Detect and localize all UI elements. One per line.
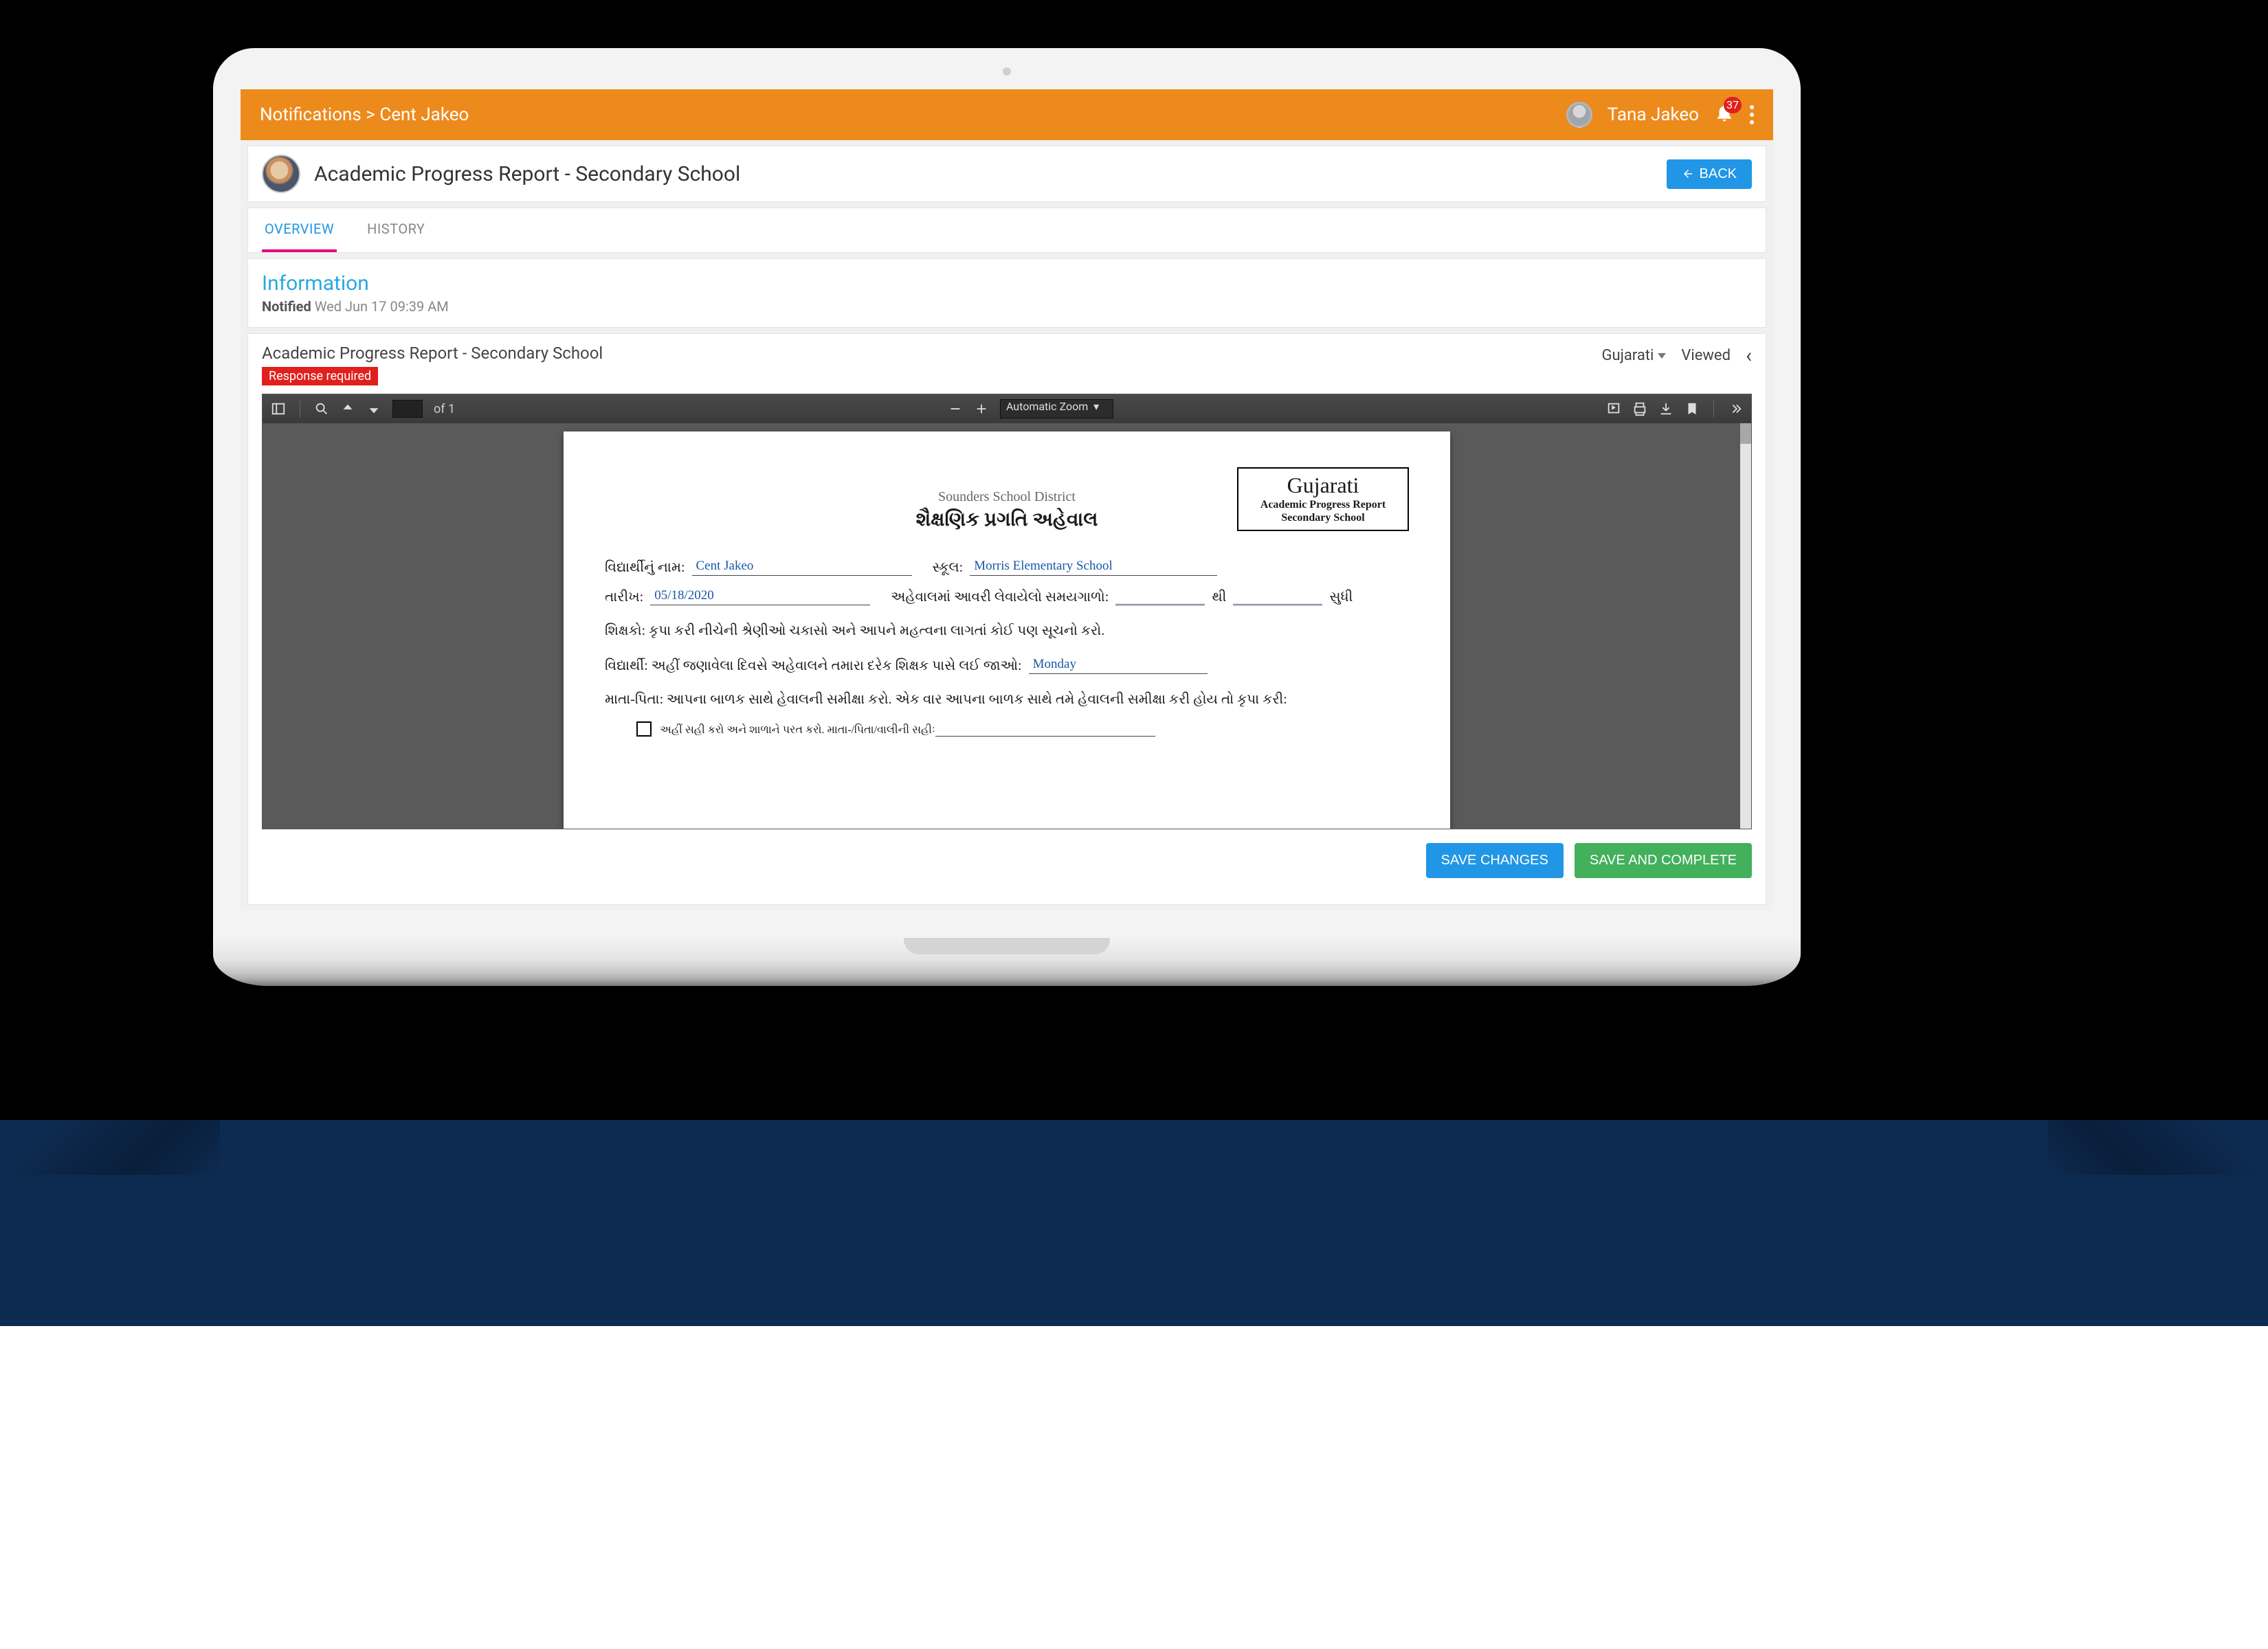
tools-icon[interactable]	[1728, 401, 1743, 416]
tab-overview[interactable]: OVERVIEW	[262, 208, 337, 252]
search-icon[interactable]	[314, 401, 329, 416]
zoom-select[interactable]: Automatic Zoom ▾	[1000, 399, 1113, 418]
page-number-input[interactable]	[392, 400, 423, 418]
checkbox-line: અહીં સહી કરો અને શાળાને પરત કરો. માતા-/પ…	[660, 724, 935, 737]
chevron-down-icon	[1658, 353, 1666, 359]
more-menu-button[interactable]	[1750, 105, 1754, 124]
language-stamp: Gujarati Academic Progress Report Second…	[1237, 467, 1409, 531]
breadcrumb-leaf[interactable]: Cent Jakeo	[379, 104, 469, 125]
app-screen: Notifications > Cent Jakeo Tana Jakeo 37…	[241, 89, 1773, 910]
breadcrumb-sep: >	[362, 104, 380, 125]
scrollbar-thumb[interactable]	[1740, 423, 1751, 444]
field-name-value: Cent Jakeo	[692, 559, 912, 576]
tab-history[interactable]: HISTORY	[364, 208, 427, 252]
page-up-icon[interactable]	[340, 401, 355, 416]
save-complete-button[interactable]: SAVE AND COMPLETE	[1575, 843, 1752, 878]
laptop-base	[213, 938, 1801, 986]
back-label: BACK	[1700, 166, 1737, 182]
notified-value: Wed Jun 17 09:39 AM	[315, 298, 449, 315]
presentation-icon[interactable]	[1606, 401, 1621, 416]
zoom-in-icon[interactable]	[974, 401, 989, 416]
breadcrumb-root[interactable]: Notifications	[260, 104, 362, 125]
pdf-toolbar: of 1 Automatic Zoom ▾	[263, 394, 1751, 423]
page-band-dark	[0, 1120, 2268, 1326]
page-down-icon[interactable]	[366, 401, 381, 416]
info-card: Information Notified Wed Jun 17 09:39 AM	[247, 258, 1766, 328]
page-title: Academic Progress Report - Secondary Sch…	[314, 162, 740, 186]
field-school-label: સ્કૂલ:	[933, 560, 964, 576]
notifications-button[interactable]: 37	[1714, 102, 1735, 128]
document-card: Academic Progress Report - Secondary Sch…	[247, 333, 1766, 905]
field-date-value: 05/18/2020	[650, 588, 870, 605]
user-avatar[interactable]	[1566, 102, 1592, 128]
notified-label: Notified	[262, 298, 311, 315]
username[interactable]: Tana Jakeo	[1608, 104, 1699, 125]
field-period-label: અહેવાલમાં આવરી લેવાયેલો સમયગાળો:	[891, 590, 1109, 605]
zoom-out-icon[interactable]	[948, 401, 963, 416]
language-value: Gujarati	[1601, 347, 1654, 364]
pdf-scrollbar[interactable]	[1740, 423, 1751, 829]
student-avatar	[262, 155, 300, 193]
parent-paragraph: માતા-પિતા: આપના બાળક સાથે હેવાલની સમીક્ષ…	[605, 692, 1409, 708]
teachers-paragraph: શિક્ષકો: કૃપા કરી નીચેની શ્રેણીઓ ચકાસો અ…	[605, 623, 1409, 639]
laptop-shadow	[0, 1031, 220, 1175]
stamp-line1: Academic Progress Report	[1244, 498, 1402, 511]
save-changes-button[interactable]: SAVE CHANGES	[1426, 843, 1564, 878]
period-sudhi: સુધી	[1329, 590, 1353, 605]
zoom-value: Automatic Zoom	[1006, 400, 1088, 413]
back-button[interactable]: BACK	[1667, 159, 1752, 189]
field-name-label: વિદ્યાર્થીનું નામ:	[605, 560, 685, 576]
field-date-label: તારીખ:	[605, 590, 643, 605]
signature-line	[935, 734, 1155, 737]
student-day-value: Monday	[1029, 657, 1208, 674]
field-school-value: Morris Elementary School	[970, 559, 1217, 576]
page-of-label: of	[434, 402, 445, 416]
page-band-white	[0, 1326, 2268, 1649]
laptop-mockup: Notifications > Cent Jakeo Tana Jakeo 37…	[213, 48, 1801, 986]
app-header: Notifications > Cent Jakeo Tana Jakeo 37	[241, 89, 1773, 140]
field-period-to	[1233, 603, 1322, 605]
document-title: Academic Progress Report - Secondary Sch…	[262, 344, 1601, 363]
stamp-lang: Gujarati	[1244, 473, 1402, 498]
page-total: 1	[448, 402, 455, 416]
pdf-page: Gujarati Academic Progress Report Second…	[564, 431, 1450, 829]
language-dropdown[interactable]: Gujarati	[1601, 347, 1666, 364]
field-period-from	[1115, 603, 1205, 605]
pdf-body[interactable]: Gujarati Academic Progress Report Second…	[263, 423, 1751, 829]
sidebar-toggle-icon[interactable]	[271, 401, 286, 416]
back-arrow-icon	[1682, 168, 1694, 180]
view-status: Viewed	[1681, 347, 1731, 364]
checkbox-icon	[636, 721, 652, 737]
tabs: OVERVIEW HISTORY	[247, 207, 1766, 253]
collapse-chevron-icon[interactable]: ‹	[1746, 344, 1752, 368]
notif-count-badge: 37	[1724, 97, 1742, 113]
laptop-camera	[1003, 67, 1011, 76]
laptop-shadow	[2048, 1031, 2268, 1175]
student-paragraph: વિદ્યાર્થી: અહીં જણાવેલા દિવસે અહેવાલને …	[605, 658, 1022, 674]
breadcrumb[interactable]: Notifications > Cent Jakeo	[260, 104, 1566, 125]
response-required-tag: Response required	[262, 367, 378, 385]
stamp-line2: Secondary School	[1244, 511, 1402, 524]
download-icon[interactable]	[1658, 401, 1674, 416]
info-heading: Information	[262, 271, 1752, 295]
period-thi: થી	[1212, 590, 1226, 605]
bookmark-icon[interactable]	[1685, 401, 1700, 416]
print-icon[interactable]	[1632, 401, 1647, 416]
pdf-viewer: of 1 Automatic Zoom ▾	[262, 394, 1752, 829]
page-title-card: Academic Progress Report - Secondary Sch…	[247, 146, 1766, 202]
